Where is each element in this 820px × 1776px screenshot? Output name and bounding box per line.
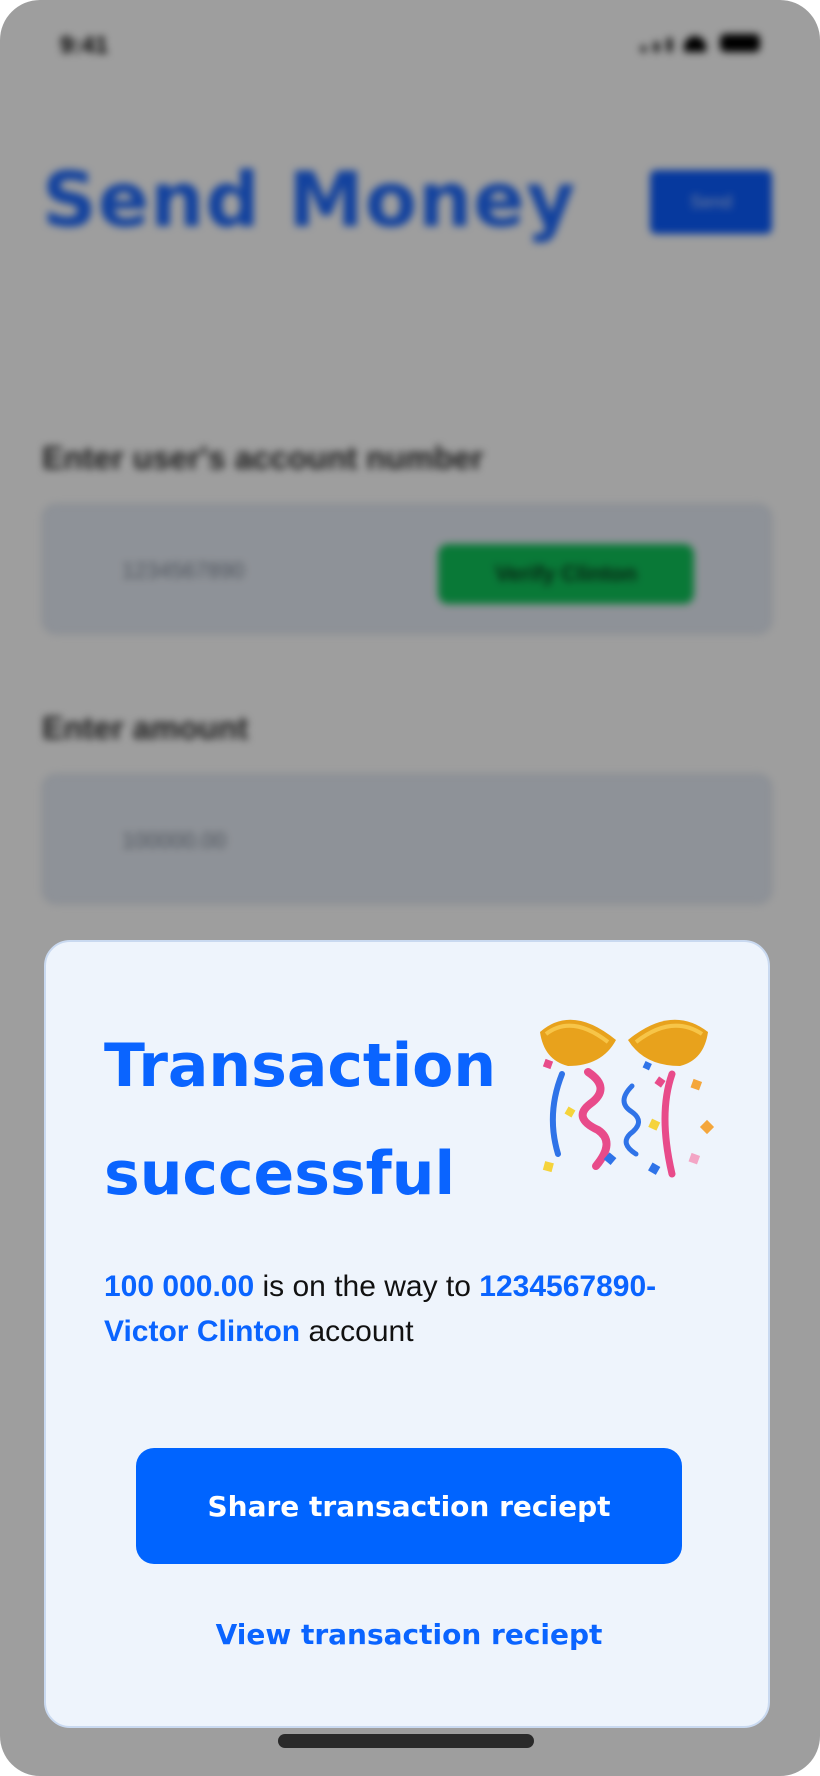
streamer [578,1068,611,1170]
streamer [661,1070,676,1178]
transaction-message: 100 000.00 is on the way to 1234567890-V… [104,1264,704,1354]
confetti-piece [648,1162,661,1175]
view-receipt-link[interactable]: View transaction reciept [46,1618,772,1651]
home-indicator[interactable] [278,1734,534,1748]
modal-title-line1: Transaction [104,1031,497,1101]
confetti-piece [648,1118,661,1131]
confetti-piece [654,1076,666,1088]
confetti-piece [688,1152,701,1165]
confetti-piece [699,1119,715,1135]
streamer [549,1071,565,1157]
modal-title: Transaction successful [104,1012,524,1228]
confetti-piece [564,1106,576,1118]
message-text-end: account [300,1315,414,1348]
transaction-success-modal: Transaction successful 100 000.00 is on … [44,940,770,1728]
confetti-piece [542,1058,554,1070]
share-receipt-button[interactable]: Share transaction reciept [136,1448,682,1564]
confetti-piece [542,1161,554,1173]
message-text: is on the way to [254,1270,480,1303]
phone-screen: 9:41 Send Money Send Enter user's accoun… [0,0,820,1776]
confetti-piece [690,1078,703,1091]
transfer-amount: 100 000.00 [104,1270,255,1303]
modal-title-line2: successful [104,1139,456,1209]
streamer [621,1083,641,1157]
confetti-piece [642,1061,652,1071]
party-popper-icon [540,1019,715,1178]
